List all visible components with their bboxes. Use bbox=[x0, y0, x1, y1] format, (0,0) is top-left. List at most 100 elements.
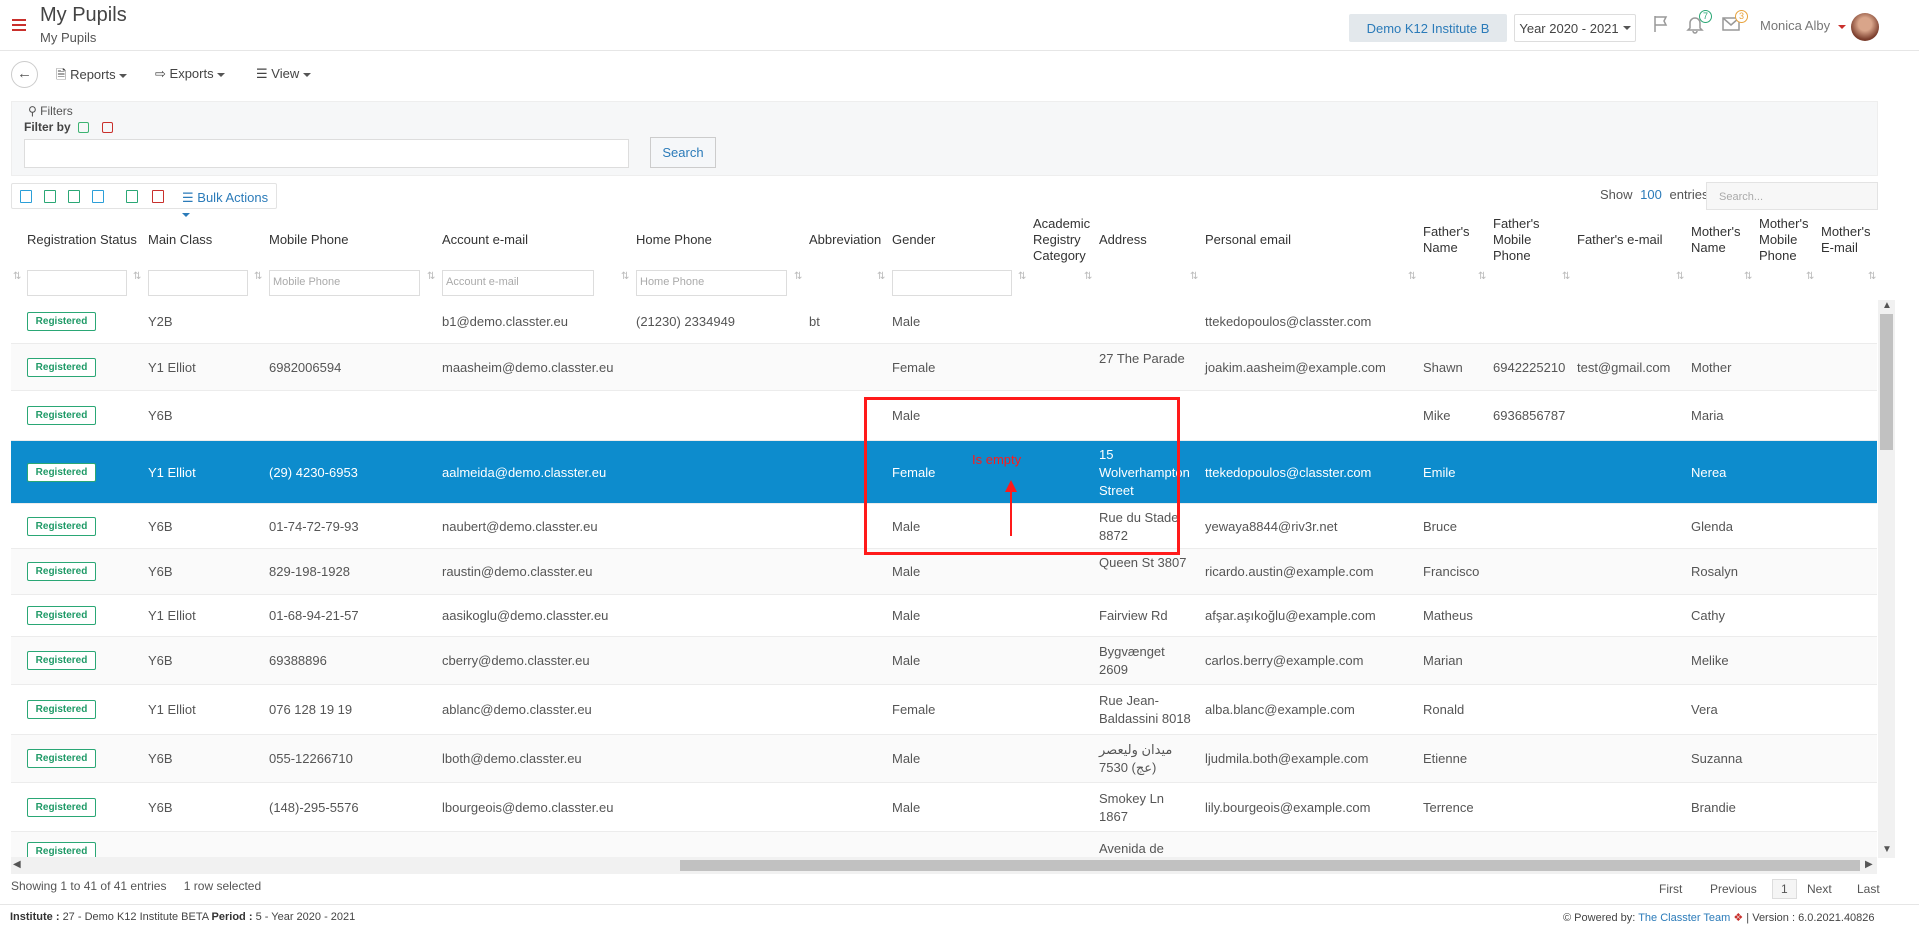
sort-icon[interactable]: ⇅ bbox=[621, 271, 629, 282]
sort-icon[interactable]: ⇅ bbox=[13, 271, 21, 282]
fathers-name-cell: Shawn bbox=[1423, 360, 1463, 375]
annotation-text: Is empty bbox=[972, 452, 1022, 467]
filters-header[interactable]: ⚲ Filters bbox=[28, 104, 73, 118]
bell-icon[interactable]: 7 bbox=[1684, 10, 1712, 36]
table-row[interactable]: Registered Avenida de bbox=[11, 832, 1877, 859]
pager-last[interactable]: Last bbox=[1857, 882, 1880, 896]
horizontal-scrollbar[interactable]: ◀ ▶ bbox=[11, 857, 1877, 874]
select-all-icon[interactable] bbox=[126, 190, 138, 203]
col-mobile-phone[interactable]: Mobile Phone bbox=[269, 232, 349, 248]
col-mothers-mobile-phone[interactable]: Mother's Mobile Phone bbox=[1759, 216, 1811, 264]
back-button[interactable]: ← bbox=[11, 61, 38, 88]
col-abbreviation[interactable]: Abbreviation bbox=[809, 232, 881, 248]
year-label: Year 2020 - 2021 bbox=[1519, 20, 1619, 36]
show-label: Show bbox=[1600, 187, 1633, 202]
print-icon[interactable] bbox=[20, 190, 32, 203]
gender-cell: Female bbox=[892, 360, 936, 375]
col-academic-registry-category[interactable]: Academic Registry Category bbox=[1033, 216, 1090, 264]
hamburger-menu-icon[interactable] bbox=[12, 19, 26, 31]
pager-next[interactable]: Next bbox=[1807, 882, 1832, 896]
sort-icon[interactable]: ⇅ bbox=[794, 271, 802, 282]
select-all-filters-icon[interactable] bbox=[78, 122, 89, 133]
chevron-down-icon bbox=[1622, 26, 1631, 30]
user-menu[interactable]: Monica Alby bbox=[1760, 18, 1846, 33]
main-class-filter[interactable] bbox=[148, 270, 248, 296]
personal-email-cell: alba.blanc@example.com bbox=[1205, 702, 1355, 717]
entries-select[interactable]: 100 bbox=[1640, 187, 1662, 202]
table-row[interactable]: Registered Y1 Elliot 01-68-94-21-57 aasikog… bbox=[11, 595, 1877, 637]
sort-icon[interactable]: ⇅ bbox=[1190, 271, 1198, 282]
sort-icon[interactable]: ⇅ bbox=[1676, 271, 1684, 282]
view-dropdown[interactable]: ☰ View bbox=[256, 66, 311, 82]
col-gender[interactable]: Gender bbox=[892, 232, 935, 248]
sort-icon[interactable]: ⇅ bbox=[1562, 271, 1570, 282]
col-registration-status[interactable]: Registration Status bbox=[27, 232, 137, 248]
table-row[interactable]: Registered Y6B (148)-295-5576 lbourgeois@de… bbox=[11, 783, 1877, 832]
pager-previous[interactable]: Previous bbox=[1710, 882, 1757, 896]
table-row[interactable]: Registered Y6B 055-12266710 lboth@demo.clas… bbox=[11, 735, 1877, 783]
account-email-cell: aalmeida@demo.classter.eu bbox=[442, 465, 607, 480]
col-fathers-mobile-phone[interactable]: Father's Mobile Phone bbox=[1493, 216, 1543, 264]
col-mothers-name[interactable]: Mother's Name bbox=[1691, 224, 1747, 256]
home-phone-filter[interactable]: Home Phone bbox=[636, 270, 787, 296]
table-row[interactable]: Registered Y2B b1@demo.classter.eu (21230) … bbox=[11, 299, 1877, 344]
sort-icon[interactable]: ⇅ bbox=[1084, 271, 1092, 282]
sort-icon[interactable]: ⇅ bbox=[1868, 271, 1876, 282]
col-home-phone[interactable]: Home Phone bbox=[636, 232, 712, 248]
mobile-phone-cell: 076 128 19 19 bbox=[269, 702, 353, 717]
sort-icon[interactable]: ⇅ bbox=[427, 271, 435, 282]
mothers-name-cell: Brandie bbox=[1691, 800, 1736, 815]
chevron-down-icon bbox=[302, 72, 311, 77]
col-address[interactable]: Address bbox=[1099, 232, 1147, 248]
col-mothers-email[interactable]: Mother's E-mail bbox=[1821, 224, 1877, 256]
account-email-filter[interactable]: Account e-mail bbox=[442, 270, 594, 296]
sort-icon[interactable]: ⇅ bbox=[133, 271, 141, 282]
search-button[interactable]: Search bbox=[650, 137, 716, 168]
scroll-right-icon[interactable]: ▶ bbox=[1865, 859, 1873, 870]
table-row[interactable]: Registered Y6B 829-198-1928 raustin@demo.cl… bbox=[11, 549, 1877, 595]
col-fathers-email[interactable]: Father's e-mail bbox=[1577, 232, 1663, 248]
classter-team-link[interactable]: The Classter Team bbox=[1638, 912, 1730, 924]
csv-icon[interactable] bbox=[68, 190, 80, 203]
filter-input[interactable] bbox=[24, 139, 629, 168]
copy-icon[interactable] bbox=[92, 190, 104, 203]
scroll-left-icon[interactable]: ◀ bbox=[13, 859, 21, 870]
horizontal-scroll-thumb[interactable] bbox=[680, 860, 1860, 871]
sort-icon[interactable]: ⇅ bbox=[877, 271, 885, 282]
sort-icon[interactable]: ⇅ bbox=[1018, 271, 1026, 282]
reports-dropdown[interactable]: 🗎 Reports bbox=[56, 66, 128, 88]
deselect-all-icon[interactable] bbox=[152, 190, 164, 203]
year-selector[interactable]: Year 2020 - 2021 bbox=[1514, 14, 1636, 42]
sort-icon[interactable]: ⇅ bbox=[254, 271, 262, 282]
scroll-down-icon[interactable]: ▼ bbox=[1882, 844, 1892, 855]
vertical-scroll-thumb[interactable] bbox=[1880, 314, 1893, 450]
sort-icon[interactable]: ⇅ bbox=[1408, 271, 1416, 282]
excel-icon[interactable] bbox=[44, 190, 56, 203]
gender-filter[interactable] bbox=[892, 270, 1012, 296]
account-email-cell: cberry@demo.classter.eu bbox=[442, 653, 590, 668]
scroll-up-icon[interactable]: ▲ bbox=[1882, 300, 1892, 311]
table-row[interactable]: Registered Y6B 69388896 cberry@demo.classte… bbox=[11, 637, 1877, 685]
table-search-input[interactable]: Search... bbox=[1706, 182, 1878, 210]
col-main-class[interactable]: Main Class bbox=[148, 232, 212, 248]
table-row[interactable]: Registered Y1 Elliot 6982006594 maasheim@de… bbox=[11, 344, 1877, 391]
mothers-name-cell: Suzanna bbox=[1691, 751, 1743, 766]
mobile-phone-filter[interactable]: Mobile Phone bbox=[269, 270, 420, 296]
pager-current[interactable]: 1 bbox=[1772, 879, 1797, 899]
col-account-email[interactable]: Account e-mail bbox=[442, 232, 528, 248]
registration-status-filter[interactable] bbox=[27, 270, 127, 296]
exports-dropdown[interactable]: ⇨ Exports bbox=[155, 66, 226, 82]
sort-icon[interactable]: ⇅ bbox=[1744, 271, 1752, 282]
sort-icon[interactable]: ⇅ bbox=[1478, 271, 1486, 282]
envelope-icon[interactable]: 3 bbox=[1720, 10, 1748, 36]
col-personal-email[interactable]: Personal email bbox=[1205, 232, 1291, 248]
flag-icon[interactable] bbox=[1650, 14, 1672, 36]
table-row[interactable]: Registered Y1 Elliot 076 128 19 19 ablanc@d… bbox=[11, 685, 1877, 735]
col-fathers-name[interactable]: Father's Name bbox=[1423, 224, 1473, 256]
pager-first[interactable]: First bbox=[1659, 882, 1682, 896]
sort-icon[interactable]: ⇅ bbox=[1806, 271, 1814, 282]
vertical-scrollbar[interactable]: ▲ ▼ bbox=[1878, 300, 1895, 858]
institute-selector[interactable]: Demo K12 Institute B bbox=[1349, 14, 1507, 42]
avatar[interactable] bbox=[1851, 13, 1879, 41]
clear-filters-icon[interactable] bbox=[102, 122, 113, 133]
